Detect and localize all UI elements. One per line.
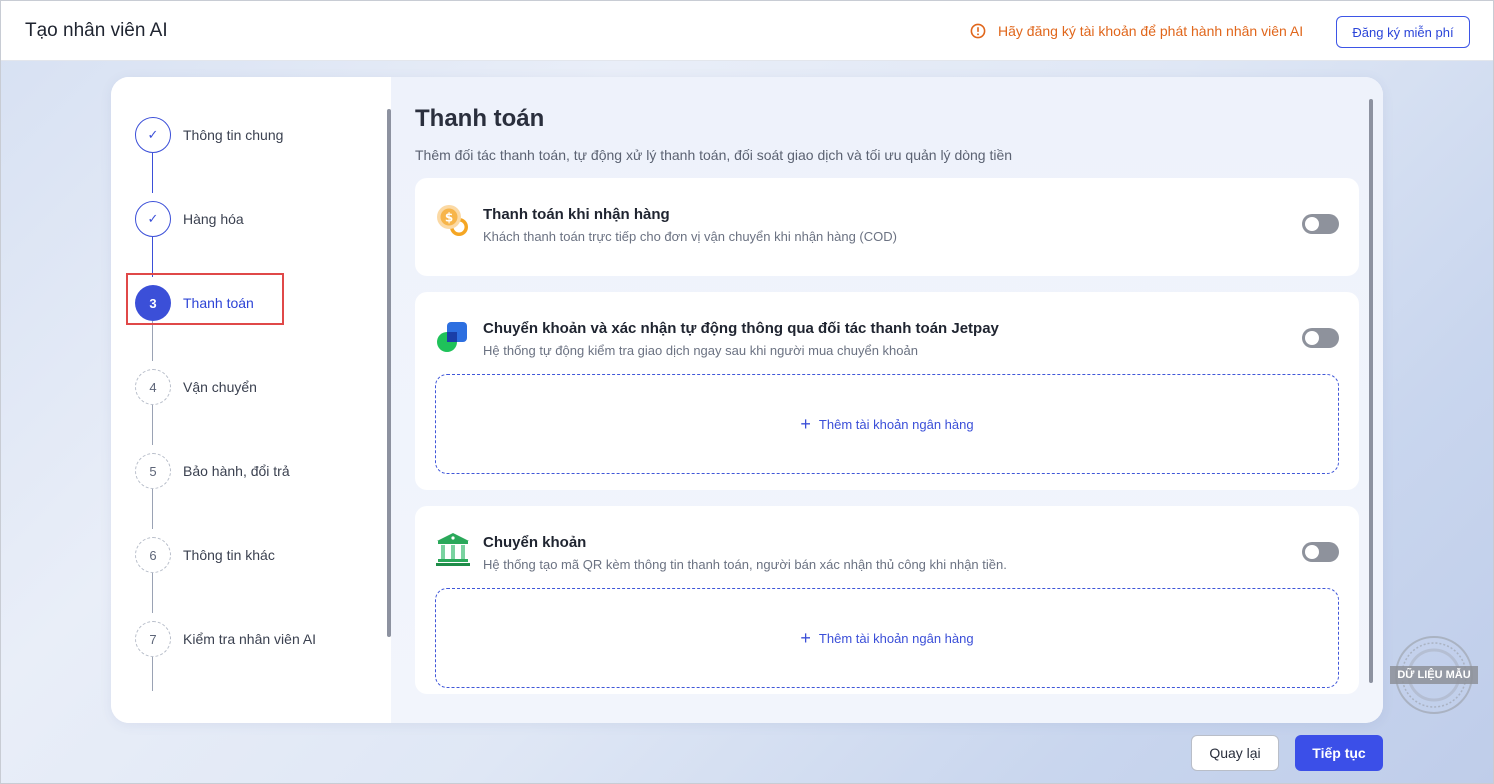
svg-text:$: $ [445, 211, 453, 225]
add-bank-label: Thêm tài khoản ngân hàng [818, 416, 974, 432]
step-number: 5 [135, 453, 171, 489]
plus-icon: + [800, 628, 811, 648]
warning-icon [970, 23, 986, 39]
payment-method-desc: Khách thanh toán trực tiếp cho đơn vị vậ… [483, 229, 897, 244]
step-connector [152, 237, 153, 277]
next-button[interactable]: Tiếp tục [1295, 735, 1383, 771]
step-label: Vận chuyển [183, 379, 257, 395]
payment-method-desc: Hệ thống tự động kiểm tra giao dịch ngay… [483, 343, 918, 358]
step-warranty[interactable]: 5 Bảo hành, đổi trả [135, 453, 375, 489]
payment-method-title: Chuyển khoản [483, 534, 587, 551]
sample-data-watermark-text: DỮ LIỆU MẪU [1397, 669, 1471, 681]
section-title: Thanh toán [415, 105, 545, 132]
step-review-ai[interactable]: 7 Kiểm tra nhân viên AI [135, 621, 375, 657]
register-warning-text: Hãy đăng ký tài khoản để phát hành nhân … [998, 23, 1304, 39]
step-shipping[interactable]: 4 Vận chuyển [135, 369, 375, 405]
step-connector [152, 573, 153, 613]
add-bank-account-button[interactable]: + Thêm tài khoản ngân hàng [435, 374, 1339, 474]
section-subtitle: Thêm đối tác thanh toán, tự động xử lý t… [415, 147, 1013, 163]
plus-icon: + [800, 414, 811, 434]
step-other-info[interactable]: 6 Thông tin khác [135, 537, 375, 573]
step-connector [152, 405, 153, 445]
payment-method-desc: Hệ thống tạo mã QR kèm thông tin thanh t… [483, 557, 1007, 572]
step-label: Thông tin chung [183, 127, 284, 143]
step-connector [152, 321, 153, 361]
payment-method-title: Thanh toán khi nhận hàng [483, 206, 670, 223]
step-number: 4 [135, 369, 171, 405]
active-step-highlight [126, 273, 284, 325]
cod-toggle[interactable] [1302, 214, 1339, 234]
step-sidebar: ✓ Thông tin chung ✓ Hàng hóa 3 Thanh toá… [111, 77, 391, 723]
top-bar: Tạo nhân viên AI Hãy đăng ký tài khoản đ… [1, 1, 1493, 61]
step-connector [152, 153, 153, 193]
step-number: 6 [135, 537, 171, 573]
step-connector [152, 657, 153, 691]
payment-content: Thanh toán Thêm đối tác thanh toán, tự đ… [391, 77, 1383, 723]
step-number: 7 [135, 621, 171, 657]
payment-method-bank-transfer: Chuyển khoản Hệ thống tạo mã QR kèm thôn… [415, 506, 1359, 694]
check-icon: ✓ [135, 117, 171, 153]
register-free-button[interactable]: Đăng ký miễn phí [1336, 16, 1470, 48]
add-bank-label: Thêm tài khoản ngân hàng [818, 630, 974, 646]
bank-icon [436, 533, 470, 566]
payment-method-jetpay: Chuyển khoản và xác nhận tự động thông q… [415, 292, 1359, 490]
step-connector [152, 489, 153, 529]
bank-transfer-toggle[interactable] [1302, 542, 1339, 562]
wizard-card: ✓ Thông tin chung ✓ Hàng hóa 3 Thanh toá… [111, 77, 1383, 723]
payment-method-cod: $ Thanh toán khi nhận hàng Khách thanh t… [415, 178, 1359, 276]
payment-method-title: Chuyển khoản và xác nhận tự động thông q… [483, 320, 999, 337]
page-title: Tạo nhân viên AI [25, 20, 168, 41]
back-button[interactable]: Quay lại [1191, 735, 1279, 771]
step-label: Hàng hóa [183, 211, 244, 227]
step-label: Kiểm tra nhân viên AI [183, 631, 317, 647]
jetpay-toggle[interactable] [1302, 328, 1339, 348]
jetpay-icon [437, 322, 467, 352]
step-label: Bảo hành, đổi trả [183, 463, 290, 479]
step-label: Thông tin khác [183, 547, 275, 563]
coin-icon: $ [437, 205, 468, 236]
add-bank-account-button[interactable]: + Thêm tài khoản ngân hàng [435, 588, 1339, 688]
check-icon: ✓ [135, 201, 171, 237]
step-general-info[interactable]: ✓ Thông tin chung [135, 117, 375, 153]
content-scrollbar[interactable] [1369, 99, 1373, 683]
step-products[interactable]: ✓ Hàng hóa [135, 201, 375, 237]
